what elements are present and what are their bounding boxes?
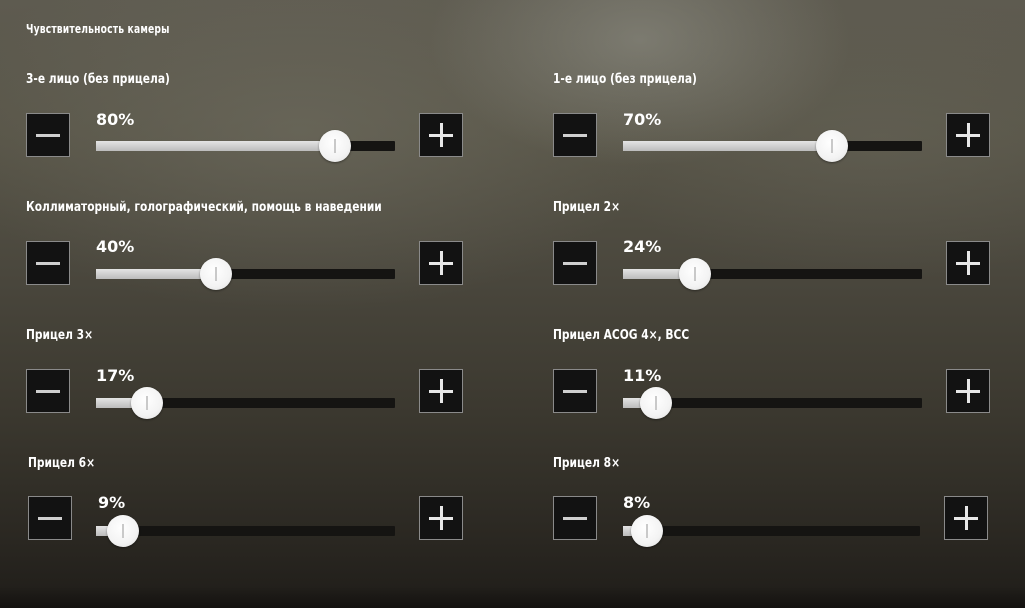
minus-icon (36, 134, 60, 137)
setting-label: 3-е лицо (без прицела) (26, 72, 170, 87)
setting-scope-8x: Прицел 8× 8% (553, 456, 993, 576)
value-label: 80% (96, 110, 135, 129)
slider-thumb[interactable] (816, 130, 849, 162)
decrease-button[interactable] (26, 369, 70, 413)
section-title: Чувствительность камеры (26, 22, 170, 36)
increase-button[interactable] (944, 496, 988, 540)
minus-icon (563, 134, 587, 137)
slider-track[interactable] (96, 515, 395, 547)
slider-track[interactable] (623, 130, 922, 162)
slider-thumb[interactable] (639, 387, 672, 419)
setting-acog-4x: Прицел ACOG 4×, ВСС 11% (553, 328, 993, 448)
increase-button[interactable] (946, 113, 990, 157)
value-label: 17% (96, 366, 135, 385)
decrease-button[interactable] (553, 496, 597, 540)
slider-fill (96, 269, 216, 279)
setting-label: 1-е лицо (без прицела) (553, 72, 697, 87)
increase-button[interactable] (419, 496, 463, 540)
value-label: 9% (98, 493, 126, 512)
value-label: 11% (623, 366, 662, 385)
decrease-button[interactable] (28, 496, 72, 540)
slider-fill (96, 141, 336, 151)
minus-icon (563, 517, 587, 520)
setting-label: Прицел 2× (553, 200, 621, 215)
decrease-button[interactable] (553, 369, 597, 413)
slider-thumb[interactable] (319, 130, 352, 162)
minus-icon (563, 390, 587, 393)
setting-red-dot-holo: Коллиматорный, голографический, помощь в… (26, 200, 466, 320)
slider-fill (623, 141, 833, 151)
minus-icon (563, 262, 587, 265)
slider-track[interactable] (96, 387, 395, 419)
increase-button[interactable] (946, 369, 990, 413)
increase-button[interactable] (419, 241, 463, 285)
value-label: 24% (623, 237, 662, 256)
increase-button[interactable] (419, 113, 463, 157)
setting-label: Прицел ACOG 4×, ВСС (553, 328, 690, 343)
decrease-button[interactable] (26, 113, 70, 157)
setting-scope-3x: Прицел 3× 17% (26, 328, 466, 448)
minus-icon (38, 517, 62, 520)
setting-first-person: 1-е лицо (без прицела) 70% (553, 72, 993, 192)
decrease-button[interactable] (553, 241, 597, 285)
increase-button[interactable] (419, 369, 463, 413)
slider-thumb[interactable] (130, 387, 163, 419)
bottom-bar (0, 586, 1025, 608)
slider-thumb[interactable] (106, 515, 139, 547)
slider-track[interactable] (623, 515, 920, 547)
minus-icon (36, 262, 60, 265)
value-label: 70% (623, 110, 662, 129)
slider-thumb[interactable] (678, 258, 711, 290)
setting-third-person: 3-е лицо (без прицела) 80% (26, 72, 466, 192)
slider-track[interactable] (96, 130, 395, 162)
minus-icon (36, 390, 60, 393)
value-label: 40% (96, 237, 135, 256)
decrease-button[interactable] (26, 241, 70, 285)
setting-label: Прицел 6× (28, 456, 96, 471)
decrease-button[interactable] (553, 113, 597, 157)
slider-track[interactable] (96, 258, 395, 290)
setting-label: Прицел 8× (553, 456, 621, 471)
increase-button[interactable] (946, 241, 990, 285)
setting-label: Коллиматорный, голографический, помощь в… (26, 200, 382, 215)
slider-track[interactable] (623, 258, 922, 290)
value-label: 8% (623, 493, 651, 512)
slider-thumb[interactable] (630, 515, 663, 547)
setting-scope-2x: Прицел 2× 24% (553, 200, 993, 320)
setting-label: Прицел 3× (26, 328, 94, 343)
slider-track[interactable] (623, 387, 922, 419)
setting-scope-6x: Прицел 6× 9% (28, 456, 468, 576)
slider-thumb[interactable] (199, 258, 232, 290)
